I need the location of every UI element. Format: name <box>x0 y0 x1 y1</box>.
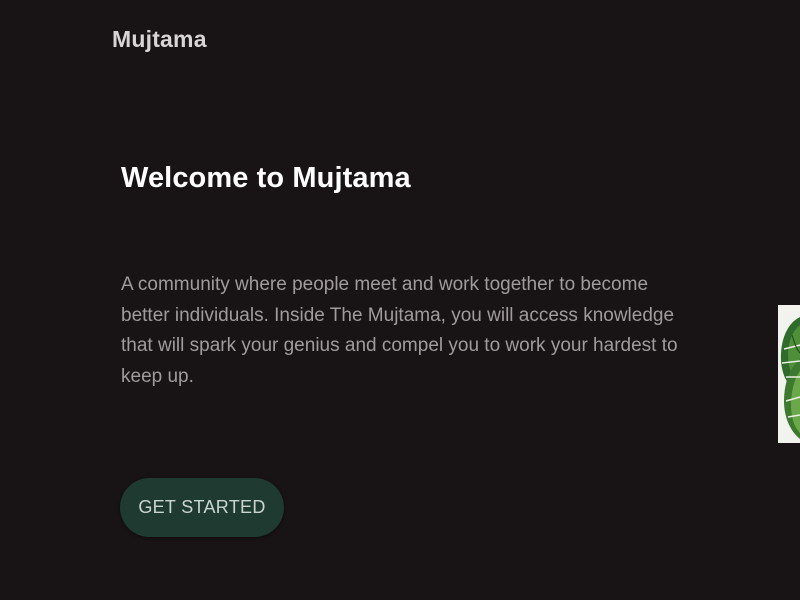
brand-logo[interactable]: Mujtama <box>112 26 207 53</box>
get-started-button[interactable]: GET STARTED <box>120 478 284 537</box>
page-title: Welcome to Mujtama <box>121 162 411 194</box>
hero-description: A community where people meet and work t… <box>121 274 678 387</box>
monstera-leaf-image <box>778 305 800 443</box>
page: Mujtama Welcome to Mujtama A community w… <box>0 0 800 600</box>
